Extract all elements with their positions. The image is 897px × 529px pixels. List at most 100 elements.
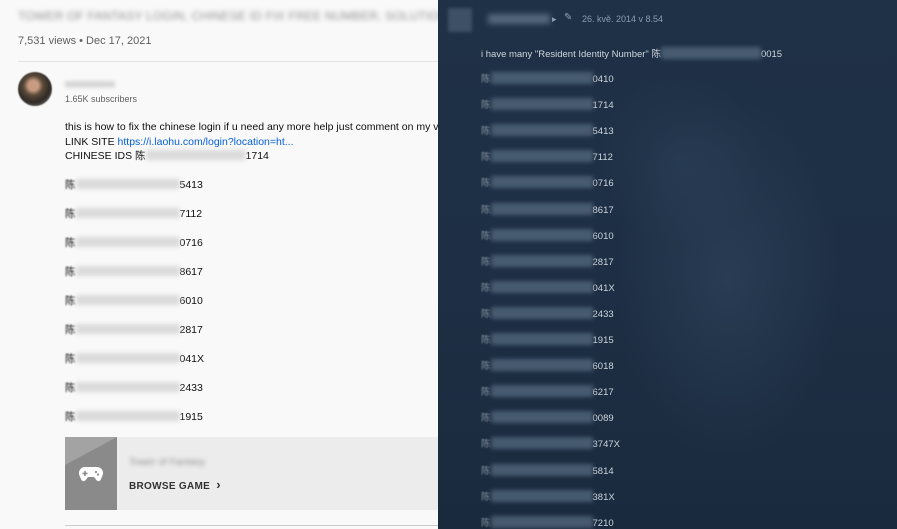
id-row: 陈 5413 (65, 178, 203, 192)
id-suffix: 1915 (179, 411, 203, 423)
redacted-block (490, 72, 593, 84)
id-char: 陈 (481, 517, 491, 529)
pin-icon: ✎ (564, 12, 573, 23)
id-char: 陈 (481, 126, 491, 138)
id-suffix: 7210 (592, 517, 614, 529)
redacted-block (490, 150, 593, 163)
id-suffix: 1714 (245, 150, 269, 162)
video-meta: 7,531 views • Dec 17, 2021 (18, 35, 152, 47)
id-suffix: 381X (592, 491, 615, 503)
gamepad-icon (79, 466, 103, 482)
id-suffix: 7112 (179, 208, 203, 220)
id-char: 陈 (481, 100, 491, 112)
redacted-block (490, 437, 593, 450)
id-suffix: 6010 (179, 295, 203, 307)
id-row: 陈 1714 (481, 98, 614, 112)
id-row: 陈 041X (481, 280, 615, 294)
id-row: 陈 0716 (65, 236, 203, 250)
commenter-name[interactable]: xxxxxxx (488, 14, 550, 24)
redacted-block (490, 489, 593, 502)
id-row: 陈 0410 (481, 72, 614, 85)
redacted-block (75, 266, 180, 276)
redacted-block (490, 176, 593, 189)
id-suffix: 2433 (592, 308, 614, 320)
id-suffix: 8617 (179, 266, 203, 278)
redacted-block (490, 306, 593, 319)
id-char: 陈 (481, 491, 491, 503)
redacted-block (75, 295, 180, 305)
id-suffix: 1714 (592, 100, 614, 112)
description-text: this is how to fix the chinese login if … (65, 121, 438, 133)
commenter-avatar[interactable] (448, 8, 472, 32)
link-label: LINK SITE (65, 135, 115, 148)
redacted-block (490, 385, 593, 398)
id-row: 陈 2433 (65, 381, 203, 395)
channel-avatar[interactable] (18, 72, 52, 106)
video-description-panel: TOWER OF FANTASY LOGIN, CHINESE ID FIX F… (0, 0, 438, 529)
id-row: 陈 1915 (481, 333, 614, 346)
id-suffix: 041X (179, 353, 205, 365)
browse-game-button[interactable]: BROWSE GAME › (129, 477, 221, 492)
id-char: 陈 (481, 335, 491, 346)
id-row: 陈 7210 (481, 515, 614, 529)
game-card[interactable]: Tower of Fantasy BROWSE GAME › (65, 437, 438, 510)
id-char: 陈 (481, 439, 491, 451)
comment-date: 26. kvě. 2014 v 8.54 (582, 14, 664, 24)
id-row: 陈 041X (65, 352, 204, 366)
id-row: 陈 7112 (481, 150, 613, 163)
id-suffix: 0015 (760, 49, 783, 60)
id-char: 陈 (65, 382, 76, 394)
redacted-block (490, 411, 593, 424)
browse-game-label: BROWSE GAME (129, 481, 211, 492)
id-suffix: 1915 (592, 335, 614, 346)
redacted-block (75, 353, 180, 363)
id-char: 陈 (481, 256, 491, 268)
divider (65, 525, 438, 526)
id-char: 陈 (65, 266, 76, 278)
id-char: 陈 (481, 178, 491, 190)
description-link[interactable]: https://i.laohu.com/login?location=ht... (118, 136, 294, 148)
id-row: 陈 6010 (65, 294, 203, 308)
id-row: 陈 1915 (65, 410, 203, 424)
redacted-block (490, 280, 593, 293)
video-description: this is how to fix the chinese login if … (65, 120, 438, 164)
redacted-block (145, 150, 246, 160)
id-suffix: 5814 (592, 465, 614, 477)
id-row: 陈 2817 (65, 323, 203, 337)
id-suffix: 3747X (592, 439, 620, 451)
channel-name[interactable]: xxxxxxxxxx (65, 79, 115, 90)
id-suffix: 2817 (179, 324, 203, 336)
arrow-icon: ▸ (552, 14, 557, 24)
redacted-block (75, 237, 180, 247)
id-suffix: 6217 (592, 387, 614, 399)
redacted-block (490, 359, 593, 372)
id-suffix: 0716 (592, 178, 614, 190)
id-row: 陈 2817 (481, 254, 614, 268)
id-row: 陈 2433 (481, 306, 614, 320)
link-line: LINK SITE https://i.laohu.com/login?loca… (65, 135, 438, 150)
redacted-block (490, 202, 593, 215)
id-suffix: 0089 (592, 413, 614, 425)
id-char: 陈 (65, 353, 76, 365)
id-row: 陈 0716 (481, 176, 614, 190)
id-suffix: 6018 (592, 361, 614, 373)
id-char: 陈 (481, 361, 491, 373)
game-name: Tower of Fantasy (129, 457, 206, 468)
id-row: 陈 6018 (481, 359, 614, 373)
redacted-block (75, 324, 180, 334)
chinese-ids-label: CHINESE IDS (65, 150, 133, 162)
steam-comment-panel: xxxxxxx ▸ ✎ 26. kvě. 2014 v 8.54 i have … (438, 0, 897, 529)
id-char: 陈 (481, 74, 491, 85)
id-suffix: 5413 (179, 179, 203, 191)
id-suffix: 5413 (592, 126, 614, 138)
comment-body: i have many "Resident Identity Number" 陈… (481, 46, 782, 60)
id-char: 陈 (481, 465, 491, 477)
redacted-block (490, 124, 593, 137)
id-char: 陈 (481, 282, 491, 294)
redacted-block (490, 515, 593, 528)
id-row: 陈 0089 (481, 411, 614, 425)
redacted-block (490, 254, 593, 267)
comment-text: i have many "Resident Identity Number" (481, 49, 649, 60)
redacted-block (490, 228, 593, 241)
id-char: 陈 (481, 387, 491, 399)
